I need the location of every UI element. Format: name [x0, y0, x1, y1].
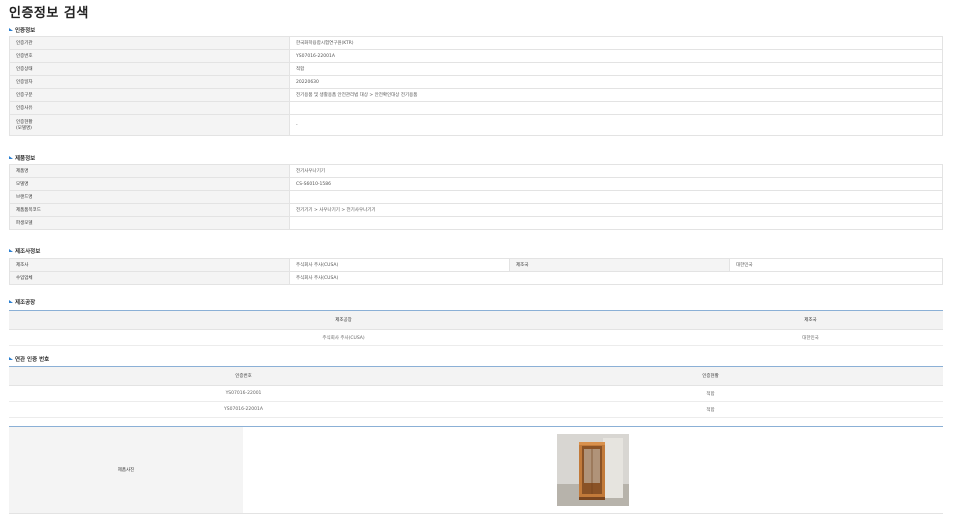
table-row: 파생모델: [9, 216, 943, 230]
section-marker-icon: [9, 356, 13, 360]
table-row: 인증상태 적합: [9, 62, 943, 76]
table-row: 인증일자 20220630: [9, 75, 943, 89]
table-header-row: 인증번호 인증현황: [9, 366, 943, 386]
cert-number-link[interactable]: YS07016-22001A: [9, 401, 478, 418]
cert-number-link[interactable]: YS07016-22001: [9, 385, 478, 402]
page: 인증정보 검색 인증정보 인증기관 한국화학융합시험연구원(KTR) 인증번호 YS…: [0, 0, 966, 517]
product-photo[interactable]: [557, 434, 629, 506]
section-marker-icon: [9, 248, 13, 252]
product-photo-table: 제품사진: [9, 426, 943, 514]
table-row: 모델명 CS-S6010-1586: [9, 177, 943, 191]
page-title: 인증정보 검색: [9, 6, 89, 21]
section-title-related: 연관 인증 번호: [9, 355, 49, 363]
table-row: 제품명 전기사우나기기: [9, 164, 943, 178]
product-info-table: 제품명 전기사우나기기 모델명 CS-S6010-1586 브랜드명 제품품목코드 전…: [9, 164, 943, 230]
table-row: 브랜드명: [9, 190, 943, 204]
table-row[interactable]: YS07016-22001A 적합: [9, 401, 943, 418]
status-badge: 적합: [289, 62, 943, 76]
table-row: 인증기관 한국화학융합시험연구원(KTR): [9, 36, 943, 50]
table-row: 인증사유: [9, 101, 943, 115]
table-row: 인증구분 전기용품 및 생활용품 안전관리법 대상 > 안전확인대상 전기용품: [9, 88, 943, 102]
section-title-product: 제품정보: [9, 154, 35, 162]
table-row: 제품품목코드 전기기기 > 사우나기기 > 전기사우나기기: [9, 203, 943, 217]
section-title-maker: 제조사정보: [9, 247, 40, 255]
section-title-factory: 제조공장: [9, 298, 35, 306]
table-row: 제품사진: [9, 426, 943, 514]
table-row: 제조사 주식회사 주사(CUSA) 제조국 대한민국: [9, 258, 943, 272]
table-row: 인증현황 (모델명) -: [9, 114, 943, 136]
table-row[interactable]: YS07016-22001 적합: [9, 385, 943, 402]
maker-info-table: 제조사 주식회사 주사(CUSA) 제조국 대한민국 수입업체 주식회사 주사(…: [9, 258, 943, 285]
section-marker-icon: [9, 299, 13, 303]
section-marker-icon: [9, 155, 13, 159]
table-row: 주식회사 주사(CUSA) 대한민국: [9, 329, 943, 346]
section-title-cert: 인증정보: [9, 26, 35, 34]
table-row: 인증번호 YS07016-22001A: [9, 49, 943, 63]
table-row: 수입업체 주식회사 주사(CUSA): [9, 271, 943, 285]
cert-info-table: 인증기관 한국화학융합시험연구원(KTR) 인증번호 YS07016-22001A …: [9, 36, 943, 136]
factory-table: 제조공장 제조국 주식회사 주사(CUSA) 대한민국: [9, 310, 943, 346]
table-header-row: 제조공장 제조국: [9, 310, 943, 330]
related-cert-table: 인증번호 인증현황 YS07016-22001 적합 YS07016-22001…: [9, 366, 943, 418]
section-marker-icon: [9, 27, 13, 31]
